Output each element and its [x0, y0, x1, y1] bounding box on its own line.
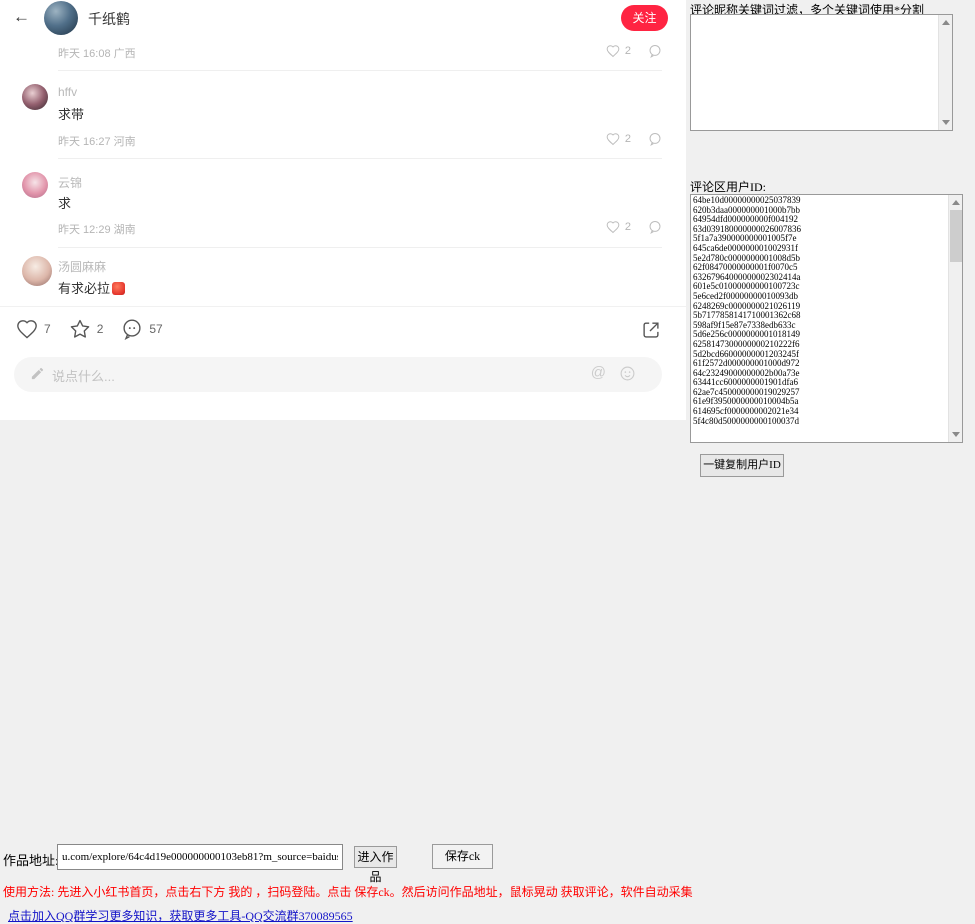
star-icon: [69, 318, 91, 340]
note-action-bar: 7 2 57: [16, 318, 173, 340]
save-ck-button[interactable]: 保存ck: [432, 844, 493, 869]
note-like-count: 7: [44, 322, 51, 336]
scroll-up-button[interactable]: [949, 195, 963, 209]
pencil-icon: [30, 366, 45, 386]
comment-text: 求带: [58, 104, 84, 123]
author-avatar[interactable]: [44, 1, 78, 35]
emoji-smiley-icon[interactable]: [619, 365, 636, 387]
like-heart-icon[interactable]: [606, 132, 620, 146]
like-heart-icon[interactable]: [606, 220, 620, 234]
user-id-label: 评论区用户ID:: [690, 178, 766, 195]
reply-bubble-icon[interactable]: [648, 44, 662, 58]
keyword-filter-textarea[interactable]: [691, 15, 938, 130]
scroll-down-button[interactable]: [949, 428, 963, 442]
chat-bubble-icon: [121, 318, 143, 340]
commenter-avatar[interactable]: [22, 172, 48, 198]
app-window: ← 千纸鹤 关注 昨天 16:08 广西 2 hffv 求带 昨天 16:27 …: [0, 0, 975, 499]
commenter-name[interactable]: 汤圆麻麻: [58, 258, 106, 275]
divider: [58, 70, 662, 71]
divider: [58, 247, 662, 248]
follow-button[interactable]: 关注: [621, 5, 668, 31]
like-count: 2: [625, 221, 631, 233]
comment-action[interactable]: 57: [121, 318, 162, 340]
qq-group-link[interactable]: 点击加入QQ群学习更多知识，获取更多工具-QQ交流群370089565: [8, 907, 353, 924]
comment-input-placeholder: 说点什么...: [52, 366, 115, 385]
comment-actions: 2: [606, 220, 662, 234]
share-icon[interactable]: [640, 319, 662, 346]
note-collect-count: 2: [97, 322, 104, 336]
post-header: ← 千纸鹤 关注: [0, 0, 686, 40]
scrollbar: [938, 15, 952, 130]
like-action[interactable]: 7: [16, 318, 51, 340]
back-arrow-icon[interactable]: ←: [13, 7, 30, 27]
work-url-input[interactable]: [57, 844, 343, 870]
commenter-avatar[interactable]: [22, 256, 52, 286]
mention-at-icon[interactable]: @: [591, 364, 606, 381]
divider: [58, 158, 662, 159]
commenter-name[interactable]: 云锦: [58, 174, 82, 191]
author-comment-actions: 2: [606, 44, 662, 58]
divider: [0, 306, 686, 307]
enter-work-button[interactable]: 进入作品: [354, 846, 397, 868]
comment-input[interactable]: 说点什么... @: [14, 357, 662, 392]
author-username[interactable]: 千纸鹤: [88, 9, 130, 29]
user-id-textarea[interactable]: 64be10d00000000025037839 620b3daa0000000…: [691, 195, 948, 442]
like-count: 2: [625, 133, 631, 145]
like-heart-icon[interactable]: [606, 44, 620, 58]
scroll-up-button[interactable]: [939, 15, 953, 29]
scrollbar-thumb[interactable]: [950, 210, 962, 262]
copy-user-ids-button[interactable]: 一键复制用户ID: [700, 454, 784, 477]
comment-meta: 昨天 16:27 河南: [58, 133, 136, 149]
usage-instructions: 使用方法: 先进入小红书首页，点击右下方 我的 ，扫码登陆。点击 保存ck。然后…: [3, 883, 693, 900]
scroll-down-button[interactable]: [939, 116, 953, 130]
reply-bubble-icon[interactable]: [648, 220, 662, 234]
author-comment-meta: 昨天 16:08 广西: [58, 45, 136, 61]
user-id-box: 64be10d00000000025037839 620b3daa0000000…: [690, 194, 963, 443]
keyword-filter-box: [690, 14, 953, 131]
collect-action[interactable]: 2: [69, 318, 104, 340]
note-comment-count: 57: [149, 322, 162, 336]
work-url-label: 作品地址:: [3, 850, 59, 869]
comment-actions: 2: [606, 132, 662, 146]
scrollbar: [948, 195, 962, 442]
embedded-browser-view: ← 千纸鹤 关注 昨天 16:08 广西 2 hffv 求带 昨天 16:27 …: [0, 0, 686, 420]
comment-text: 有求必拉: [58, 278, 125, 297]
scraper-side-panel: 评论昵称关键词过滤，多个关键词使用*分割 评论区用户ID: 64be10d000…: [686, 0, 975, 499]
reply-bubble-icon[interactable]: [648, 132, 662, 146]
commenter-avatar[interactable]: [22, 84, 48, 110]
heart-icon: [16, 318, 38, 340]
like-count: 2: [625, 45, 631, 57]
commenter-name[interactable]: hffv: [58, 85, 77, 99]
red-sticker-emoji-icon: [112, 282, 125, 295]
comment-meta: 昨天 12:29 湖南: [58, 221, 136, 237]
comment-text: 求: [58, 193, 71, 212]
